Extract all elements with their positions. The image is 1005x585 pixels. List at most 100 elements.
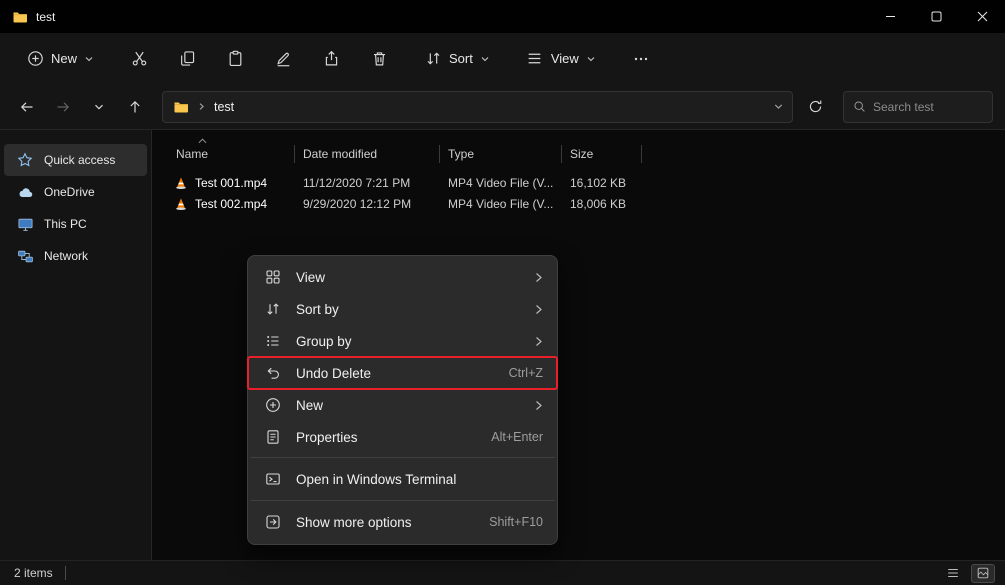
- column-label: Size: [570, 147, 593, 161]
- menu-item-undo-delete[interactable]: Undo Delete Ctrl+Z: [248, 357, 557, 389]
- menu-item-properties[interactable]: Properties Alt+Enter: [248, 421, 557, 453]
- file-date: 11/12/2020 7:21 PM: [295, 176, 440, 190]
- navigation-bar: test: [0, 84, 1005, 130]
- minimize-button[interactable]: [867, 0, 913, 33]
- chevron-right-icon: [531, 304, 543, 315]
- breadcrumb-folder[interactable]: test: [214, 100, 234, 114]
- view-button[interactable]: View: [516, 43, 606, 75]
- menu-item-label: New: [296, 398, 517, 413]
- address-dropdown-button[interactable]: [773, 101, 784, 112]
- share-icon: [323, 50, 340, 67]
- menu-item-label: Show more options: [296, 515, 475, 530]
- up-button[interactable]: [120, 92, 150, 122]
- context-menu: View Sort by Group by: [247, 255, 558, 545]
- chevron-right-icon: [531, 400, 543, 411]
- paste-icon: [227, 50, 244, 67]
- file-name-cell: Test 001.mp4: [152, 176, 295, 190]
- recent-locations-button[interactable]: [84, 92, 114, 122]
- menu-item-view[interactable]: View: [248, 261, 557, 293]
- column-header-name[interactable]: Name: [152, 142, 295, 166]
- view-toggles: [941, 564, 995, 583]
- titlebar-left: test: [0, 9, 55, 25]
- menu-item-open-in-windows-terminal[interactable]: Open in Windows Terminal: [248, 462, 557, 496]
- recent-chevron-icon: [93, 101, 105, 113]
- share-button[interactable]: [322, 50, 340, 68]
- new-button[interactable]: New: [16, 43, 104, 75]
- sidebar-item-onedrive[interactable]: OneDrive: [4, 176, 147, 208]
- search-box[interactable]: [843, 91, 993, 123]
- menu-item-label: Sort by: [296, 302, 517, 317]
- chevron-down-icon: [84, 54, 94, 64]
- chevron-right-icon: [531, 336, 543, 347]
- file-name: Test 002.mp4: [195, 197, 267, 211]
- more-options-icon: [264, 513, 282, 531]
- copy-icon: [179, 50, 196, 67]
- refresh-button[interactable]: [799, 92, 831, 122]
- file-size: 18,006 KB: [562, 197, 642, 211]
- group-list-icon: [264, 332, 282, 350]
- window-controls: [867, 0, 1005, 33]
- status-bar: 2 items: [0, 560, 1005, 585]
- plus-circle-icon: [264, 396, 282, 414]
- sort-button[interactable]: Sort: [414, 43, 500, 75]
- rename-button[interactable]: [274, 50, 292, 68]
- sidebar-item-quick-access[interactable]: Quick access: [4, 144, 147, 176]
- close-button[interactable]: [959, 0, 1005, 33]
- menu-item-sort-by[interactable]: Sort by: [248, 293, 557, 325]
- large-icons-view-button[interactable]: [971, 564, 995, 583]
- column-label: Date modified: [303, 147, 377, 161]
- network-icon: [16, 247, 34, 265]
- sidebar-item-network[interactable]: Network: [4, 240, 147, 272]
- cut-button[interactable]: [130, 50, 148, 68]
- column-header-size[interactable]: Size: [562, 142, 642, 166]
- paste-button[interactable]: [226, 50, 244, 68]
- undo-icon: [264, 364, 282, 382]
- column-headers: Name Date modified Type Size: [152, 142, 1005, 166]
- address-bar[interactable]: test: [162, 91, 793, 123]
- menu-item-group-by[interactable]: Group by: [248, 325, 557, 357]
- sidebar-item-this-pc[interactable]: This PC: [4, 208, 147, 240]
- layout-tools: Sort View: [414, 43, 660, 75]
- file-action-icons: [130, 50, 388, 68]
- menu-item-show-more-options[interactable]: Show more options Shift+F10: [248, 505, 557, 539]
- menu-item-label: Undo Delete: [296, 366, 495, 381]
- menu-separator: [250, 457, 555, 458]
- menu-item-label: View: [296, 270, 517, 285]
- sort-ascending-caret-icon: [198, 138, 207, 144]
- search-input[interactable]: [873, 100, 983, 114]
- column-header-date-modified[interactable]: Date modified: [295, 142, 440, 166]
- copy-button[interactable]: [178, 50, 196, 68]
- details-view-icon: [946, 566, 960, 580]
- search-icon: [853, 100, 866, 113]
- properties-icon: [264, 428, 282, 446]
- file-date: 9/29/2020 12:12 PM: [295, 197, 440, 211]
- forward-button[interactable]: [48, 92, 78, 122]
- file-row[interactable]: Test 001.mp4 11/12/2020 7:21 PM MP4 Vide…: [152, 172, 1005, 193]
- sidebar-item-label: This PC: [44, 217, 87, 231]
- file-name: Test 001.mp4: [195, 176, 267, 190]
- sidebar-item-label: Quick access: [44, 153, 115, 167]
- back-button[interactable]: [12, 92, 42, 122]
- file-type: MP4 Video File (V...: [440, 176, 562, 190]
- folder-icon: [12, 9, 28, 25]
- plus-circle-icon: [26, 50, 44, 68]
- breadcrumb-chevron-icon: [197, 102, 206, 111]
- star-icon: [16, 151, 34, 169]
- file-name-cell: Test 002.mp4: [152, 197, 295, 211]
- delete-button[interactable]: [370, 50, 388, 68]
- sidebar: Quick access OneDrive This PC Network: [0, 130, 152, 560]
- details-view-button[interactable]: [941, 564, 965, 583]
- sort-arrows-icon: [424, 50, 442, 68]
- column-header-type[interactable]: Type: [440, 142, 562, 166]
- see-more-button[interactable]: [622, 43, 660, 75]
- menu-item-new[interactable]: New: [248, 389, 557, 421]
- sort-button-label: Sort: [449, 51, 473, 66]
- column-label: Name: [176, 147, 208, 161]
- menu-item-shortcut: Ctrl+Z: [509, 366, 543, 380]
- file-type: MP4 Video File (V...: [440, 197, 562, 211]
- chevron-right-icon: [531, 272, 543, 283]
- maximize-button[interactable]: [913, 0, 959, 33]
- file-row[interactable]: Test 002.mp4 9/29/2020 12:12 PM MP4 Vide…: [152, 193, 1005, 214]
- delete-icon: [371, 50, 388, 67]
- sidebar-item-label: OneDrive: [44, 185, 95, 199]
